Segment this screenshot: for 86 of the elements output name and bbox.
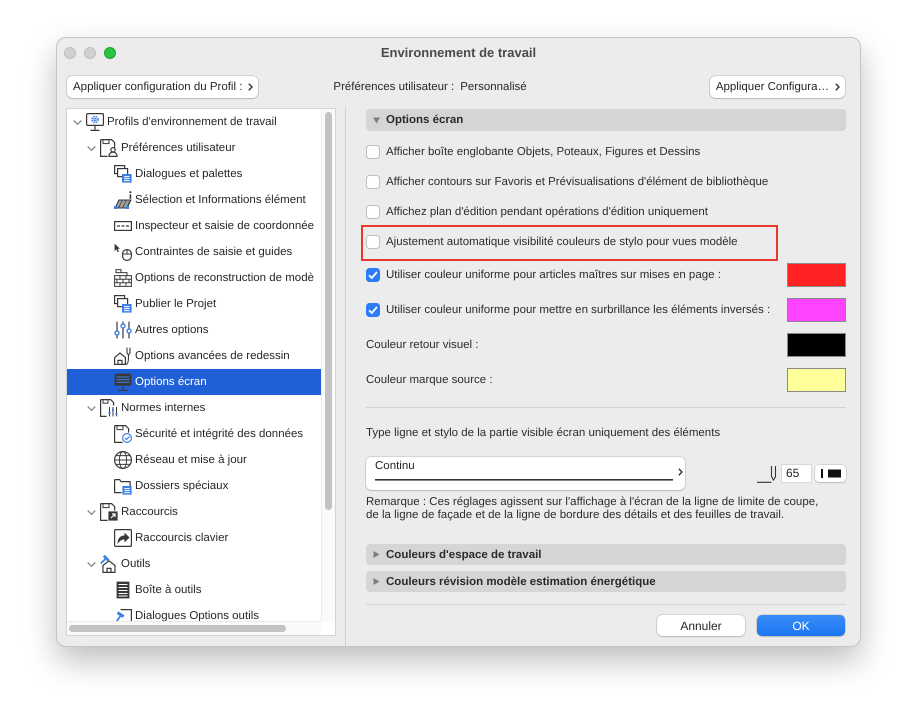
section-header[interactable]: Couleurs révision modèle estimation énergétique bbox=[366, 571, 846, 592]
color-swatch[interactable] bbox=[787, 368, 846, 392]
tree-item[interactable]: Raccourcis bbox=[67, 499, 321, 525]
bricks-icon bbox=[114, 269, 132, 287]
section-header[interactable]: Couleurs d'espace de travail bbox=[366, 544, 846, 565]
floppy-sliders-icon bbox=[100, 399, 118, 417]
scrollbar-thumb[interactable] bbox=[69, 625, 286, 632]
tree-item[interactable]: Boîte à outils bbox=[67, 577, 321, 603]
disclosure-chevron-icon[interactable] bbox=[86, 144, 96, 152]
pen-icon bbox=[757, 464, 778, 482]
tree-item[interactable]: Outils bbox=[67, 551, 321, 577]
solid-line-icon bbox=[375, 479, 673, 481]
checkbox[interactable] bbox=[366, 302, 380, 316]
color-swatch[interactable] bbox=[787, 298, 846, 322]
floppy-arrow-icon bbox=[100, 503, 118, 521]
color-label: Couleur marque source : bbox=[366, 374, 493, 386]
profile-value: Personnalisé bbox=[460, 81, 527, 93]
hatched-selection-icon bbox=[114, 191, 132, 209]
tree-item[interactable]: Publier le Projet bbox=[67, 291, 321, 317]
floppy-check-icon bbox=[114, 425, 132, 443]
globe-icon bbox=[114, 451, 132, 469]
checkbox-label: Afficher boîte englobante Objets, Poteaux, Figures et Dessins bbox=[386, 146, 700, 158]
disclosure-chevron-icon[interactable] bbox=[86, 508, 96, 516]
window-title: Environnement de travail bbox=[380, 45, 536, 60]
line-type-dropdown[interactable]: Continu bbox=[366, 457, 685, 490]
checkbox-label: Afficher contours sur Favoris et Prévisualisations d'élément de bibliothèque bbox=[386, 176, 768, 188]
note-text: Remarque : Ces réglages agissent sur l'affichage à l'écran de la ligne de limite de coupe, de la ligne de façade et de la ligne de bordure des détails et des feuilles de travail. bbox=[366, 496, 820, 522]
hammer-window-icon bbox=[114, 607, 132, 621]
section-header[interactable]: Options écran bbox=[366, 109, 846, 131]
checkbox[interactable] bbox=[366, 205, 380, 219]
tree-item[interactable]: Contraintes de saisie et guides bbox=[67, 239, 321, 265]
chevron-right-icon bbox=[248, 83, 254, 91]
checkbox[interactable] bbox=[366, 235, 380, 249]
ok-button[interactable]: OK bbox=[757, 615, 845, 636]
checkbox-label: Ajustement automatique visibilité couleurs de stylo pour vues modèle bbox=[386, 236, 738, 248]
tree-item[interactable]: Options avancées de redessin bbox=[67, 343, 321, 369]
windows-icon bbox=[114, 165, 132, 183]
cursor-mouse-icon bbox=[114, 243, 132, 261]
apply-configuration-button[interactable]: Appliquer Configura… bbox=[710, 76, 845, 98]
monitor-gear-icon bbox=[86, 113, 104, 131]
floppy-user-icon bbox=[100, 139, 118, 157]
disclosure-chevron-icon[interactable] bbox=[86, 560, 96, 568]
color-swatch[interactable] bbox=[787, 332, 846, 356]
tree-item[interactable]: Dialogues et palettes bbox=[67, 161, 321, 187]
checkmark-icon bbox=[368, 270, 378, 278]
checkbox[interactable] bbox=[366, 145, 380, 159]
scrollbar-thumb[interactable] bbox=[325, 112, 332, 510]
cancel-button[interactable]: Annuler bbox=[657, 615, 745, 636]
tree-item[interactable]: Sécurité et intégrité des données bbox=[67, 421, 321, 447]
house-pen-icon bbox=[114, 347, 132, 365]
tree-item[interactable]: Dossiers spéciaux bbox=[67, 473, 321, 499]
chevron-right-icon bbox=[835, 83, 840, 91]
zoom-button[interactable] bbox=[104, 46, 116, 58]
chevron-right-icon bbox=[678, 468, 683, 476]
checkbox[interactable] bbox=[366, 175, 380, 189]
tree-item[interactable]: Normes internes bbox=[67, 395, 321, 421]
folder-list-icon bbox=[114, 477, 132, 495]
tree-item[interactable]: Raccourcis clavier bbox=[67, 525, 321, 551]
tree-item[interactable]: Sélection et Informations élément bbox=[67, 187, 321, 213]
line-weight-icon bbox=[820, 469, 840, 478]
tree-item[interactable]: Options de reconstruction de modè bbox=[67, 265, 321, 291]
apply-profile-button[interactable]: Appliquer configuration du Profil : bbox=[67, 76, 258, 98]
pen-number-field[interactable]: 65 bbox=[782, 465, 811, 482]
tree-item[interactable]: Préférences utilisateur bbox=[67, 135, 321, 161]
checkbox-label: Utiliser couleur uniforme pour articles maîtres sur mises en page : bbox=[386, 268, 721, 280]
sliders-icon bbox=[114, 321, 132, 339]
color-swatch[interactable] bbox=[787, 262, 846, 286]
monitor-icon bbox=[114, 373, 132, 391]
line-settings-label: Type ligne et stylo de la partie visible écran uniquement des éléments bbox=[366, 426, 720, 440]
color-label: Couleur retour visuel : bbox=[366, 338, 478, 350]
tree-item[interactable]: Options écran bbox=[67, 369, 321, 395]
tree-item[interactable]: Réseau et mise à jour bbox=[67, 447, 321, 473]
disclosure-chevron-icon[interactable] bbox=[72, 118, 82, 126]
checkbox-label: Affichez plan d'édition pendant opérations d'édition uniquement bbox=[386, 206, 708, 218]
disclosure-chevron-icon[interactable] bbox=[86, 404, 96, 412]
checkbox-label: Utiliser couleur uniforme pour mettre en surbrillance les éléments inversés : bbox=[386, 304, 770, 316]
windows-icon bbox=[114, 295, 132, 313]
tree-item[interactable]: Inspecteur et saisie de coordonnée bbox=[67, 213, 321, 239]
tree-item[interactable]: Profils d'environnement de travail bbox=[67, 109, 321, 135]
line-weight-button[interactable] bbox=[815, 465, 846, 482]
checkbox[interactable] bbox=[366, 268, 380, 282]
checkmark-icon bbox=[368, 306, 378, 314]
tree-item[interactable]: Autres options bbox=[67, 317, 321, 343]
profile-label: Préférences utilisateur : bbox=[333, 81, 454, 93]
hammer-house-icon bbox=[100, 555, 118, 573]
list-panel-icon bbox=[114, 581, 132, 599]
